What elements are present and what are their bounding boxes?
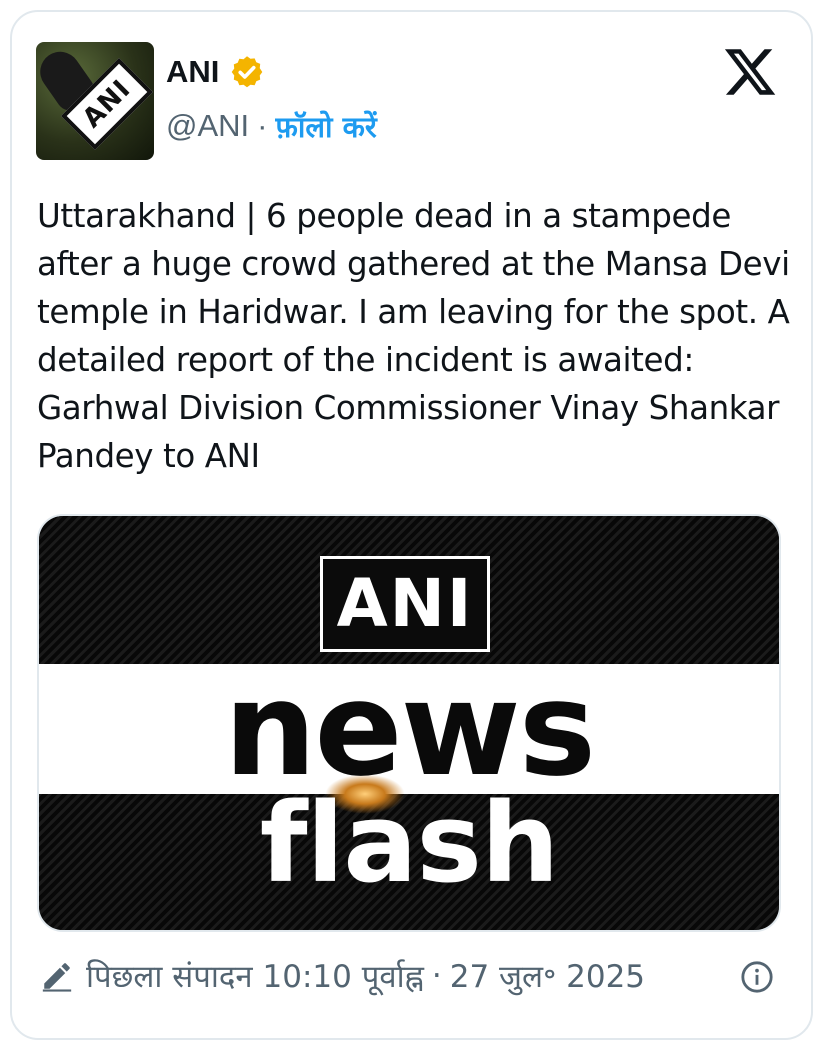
- verified-badge-icon: [232, 56, 263, 88]
- tweet-text: Uttarakhand | 6 people dead in a stamped…: [37, 197, 790, 475]
- tweet-media-image[interactable]: ANI news flash: [37, 514, 781, 932]
- handle-separator: ·: [257, 108, 268, 143]
- media-news-word: news: [223, 653, 596, 805]
- author-handle[interactable]: @ANI: [166, 108, 249, 144]
- author-name[interactable]: ANI: [166, 54, 219, 90]
- pencil-edit-icon: [42, 963, 72, 992]
- edited-label[interactable]: पिछला संपादन: [86, 955, 253, 997]
- author-name-row: ANI: [166, 52, 265, 92]
- tweet-date[interactable]: 27 जुल॰ 2025: [450, 955, 645, 997]
- author-handle-row: @ANI · फ़ॉलो करें: [166, 104, 377, 148]
- follow-button[interactable]: फ़ॉलो करें: [275, 107, 376, 146]
- footer-separator: ·: [431, 958, 442, 994]
- info-icon[interactable]: [740, 960, 774, 994]
- avatar[interactable]: ANI: [36, 42, 154, 160]
- media-ani-box: ANI: [320, 556, 490, 652]
- tweet-footer: पिछला संपादन 10:10 पूर्वाह्न · 27 जुल॰ 2…: [40, 952, 780, 1000]
- tweet-time[interactable]: 10:10 पूर्वाह्न: [263, 955, 424, 997]
- media-ani-label: ANI: [336, 565, 474, 642]
- x-logo-icon[interactable]: [722, 44, 778, 100]
- media-flash-word: flash: [259, 779, 560, 907]
